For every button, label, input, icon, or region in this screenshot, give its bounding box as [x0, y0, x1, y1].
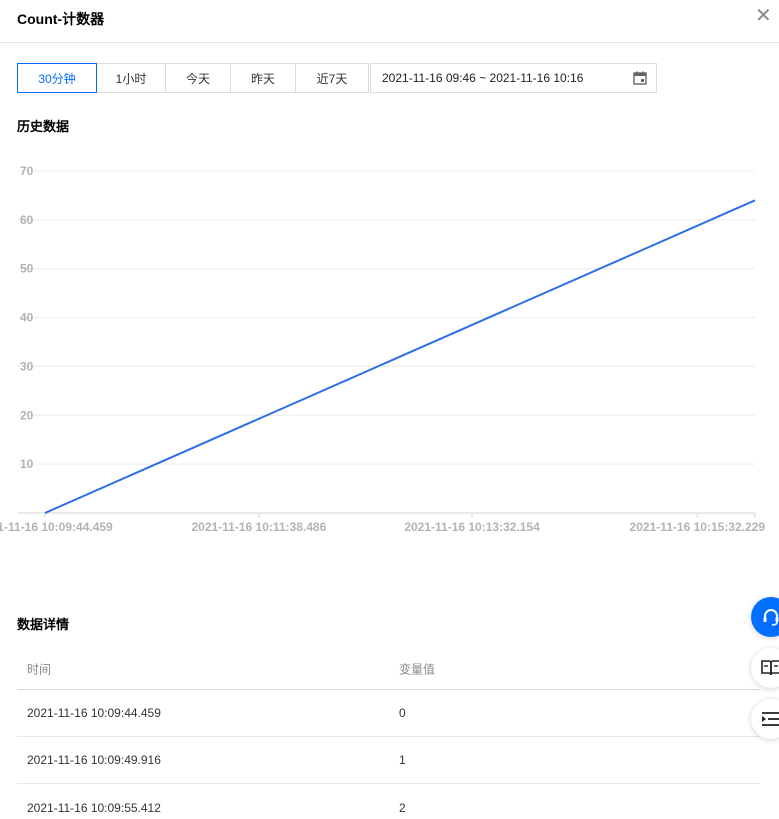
range-7days-button[interactable]: 近7天	[295, 63, 369, 93]
table-row: 2021-11-16 10:09:55.412 2	[17, 784, 760, 819]
time-range-toolbar: 30分钟 1小时 今天 昨天 近7天 2021-11-16 09:46 ~ 20…	[17, 63, 657, 93]
y-tick-label: 60	[20, 213, 34, 227]
cell-time: 2021-11-16 10:09:55.412	[27, 800, 161, 815]
range-today-button[interactable]: 今天	[165, 63, 231, 93]
history-line-chart: 10 20 30 40 50 60 70 2021-11-16 10:09:44.459 202…	[0, 164, 766, 534]
range-1hour-button[interactable]: 1小时	[96, 63, 166, 93]
x-tick-label: 2021-11-16 10:09:44.459	[0, 520, 113, 534]
date-range-picker[interactable]: 2021-11-16 09:46 ~ 2021-11-16 10:16	[370, 63, 657, 93]
y-tick-label: 40	[20, 311, 34, 325]
date-range-text: 2021-11-16 09:46 ~ 2021-11-16 10:16	[382, 71, 584, 85]
x-tick-label: 2021-11-16 10:15:32.229	[630, 520, 766, 534]
table-header-row: 时间 变量值	[17, 648, 760, 690]
headset-icon	[763, 609, 779, 626]
cell-value: 0	[399, 706, 406, 720]
history-title: 历史数据	[17, 119, 70, 134]
x-tick-label: 2021-11-16 10:13:32.154	[404, 520, 540, 534]
dialog-title: Count-计数器	[17, 11, 105, 27]
cell-time: 2021-11-16 10:09:44.459	[27, 706, 161, 720]
support-button[interactable]	[751, 597, 779, 637]
y-tick-label: 50	[20, 262, 34, 276]
column-header-value: 变量值	[399, 662, 436, 676]
book-icon	[761, 660, 779, 676]
column-header-time: 时间	[27, 662, 52, 676]
series-line	[44, 199, 756, 514]
y-tick-label: 30	[20, 359, 34, 373]
y-tick-label: 10	[20, 457, 34, 471]
cell-time: 2021-11-16 10:09:49.916	[27, 753, 161, 767]
details-table: 时间 变量值 2021-11-16 10:09:44.459 0 2021-11…	[17, 648, 760, 819]
table-row: 2021-11-16 10:09:49.916 1	[17, 737, 760, 784]
cell-value: 2	[399, 800, 406, 815]
table-row: 2021-11-16 10:09:44.459 0	[17, 690, 760, 737]
x-tick-label: 2021-11-16 10:11:38.486	[191, 520, 326, 534]
list-icon	[762, 712, 779, 726]
y-tick-label: 20	[20, 408, 34, 422]
range-30min-button[interactable]: 30分钟	[17, 63, 97, 93]
details-title: 数据详情	[17, 617, 70, 632]
calendar-icon[interactable]	[633, 71, 647, 85]
dialog-header: Count-计数器 ✕	[0, 0, 779, 43]
cell-value: 1	[399, 753, 406, 767]
range-yesterday-button[interactable]: 昨天	[230, 63, 296, 93]
close-icon[interactable]: ✕	[755, 6, 772, 28]
y-tick-label: 70	[20, 164, 34, 178]
